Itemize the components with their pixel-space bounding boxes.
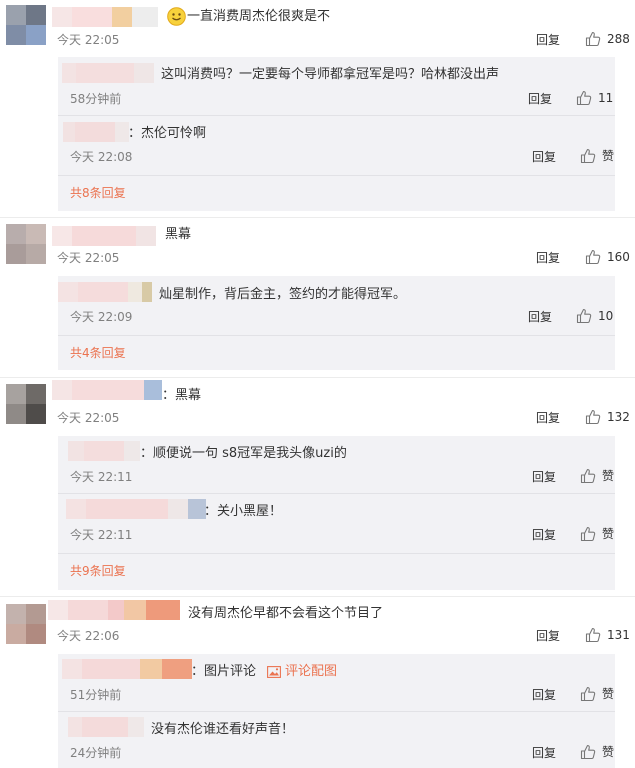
username[interactable] xyxy=(52,226,156,246)
reply-button[interactable]: 回复 xyxy=(536,250,560,266)
reply-time: 今天 22:08 xyxy=(70,150,133,164)
thumbs-up-icon xyxy=(576,308,592,324)
thumbs-up-icon xyxy=(580,686,596,702)
username[interactable] xyxy=(48,600,180,620)
avatar[interactable] xyxy=(6,5,46,45)
reply-time: 今天 22:11 xyxy=(70,528,133,542)
like-count: 赞 xyxy=(602,527,615,541)
like-count: 赞 xyxy=(602,469,615,483)
like-count: 11 xyxy=(598,91,614,105)
like-count: 131 xyxy=(607,628,630,642)
comment-time: 今天 22:05 xyxy=(57,33,120,47)
reply-time: 51分钟前 xyxy=(70,688,122,702)
comment-time: 今天 22:05 xyxy=(57,251,120,265)
like-count: 赞 xyxy=(602,149,615,163)
thumbs-up-icon xyxy=(585,627,601,643)
reply-time: 58分钟前 xyxy=(70,92,122,106)
reply-username[interactable] xyxy=(68,441,140,461)
like-button[interactable]: 赞 xyxy=(580,148,614,164)
comment-text: 黑幕 xyxy=(165,227,192,242)
like-button[interactable]: 赞 xyxy=(580,744,614,760)
username[interactable] xyxy=(52,7,158,27)
comment-text: 没有周杰伦早都不会看这个节目了 xyxy=(188,606,384,621)
reply-text: 灿星制作，背后金主，签约的才能得冠军。 xyxy=(159,287,407,302)
reply-username[interactable] xyxy=(66,499,206,519)
reply-button[interactable]: 回复 xyxy=(532,745,556,761)
like-count: 160 xyxy=(607,250,630,264)
thumbs-up-icon xyxy=(585,409,601,425)
comment-text: ：黑幕 xyxy=(162,388,202,403)
reply-text: 这叫消费吗？一定要每个导师都拿冠军是吗？哈林都没出声 xyxy=(161,67,500,82)
more-replies-link[interactable]: 共9条回复 xyxy=(70,563,126,579)
separator xyxy=(0,596,635,597)
reply-button[interactable]: 回复 xyxy=(532,687,556,703)
picture-icon xyxy=(267,666,281,682)
comment-time: 今天 22:06 xyxy=(57,629,120,643)
divider xyxy=(58,335,615,336)
reply-button[interactable]: 回复 xyxy=(528,91,552,107)
reply-time: 今天 22:11 xyxy=(70,470,133,484)
reply-button[interactable]: 回复 xyxy=(528,309,552,325)
thumbs-up-icon xyxy=(585,31,601,47)
reply-username[interactable] xyxy=(58,282,152,302)
thumbs-up-icon xyxy=(580,526,596,542)
comment-text: 一直消费周杰伦很爽是不 xyxy=(187,9,331,24)
reply-text: ：杰伦可怜啊 xyxy=(128,126,207,141)
like-count: 288 xyxy=(607,32,630,46)
like-count: 132 xyxy=(607,410,630,424)
thumbs-up-icon xyxy=(580,744,596,760)
divider xyxy=(58,553,615,554)
like-button[interactable]: 288 xyxy=(585,31,630,47)
more-replies-link[interactable]: 共8条回复 xyxy=(70,185,126,201)
like-button[interactable]: 10 xyxy=(576,308,613,324)
reply-button[interactable]: 回复 xyxy=(536,32,560,48)
separator xyxy=(0,377,635,378)
like-button[interactable]: 11 xyxy=(576,90,613,106)
reply-button[interactable]: 回复 xyxy=(532,527,556,543)
like-button[interactable]: 赞 xyxy=(580,468,614,484)
reply-username[interactable] xyxy=(62,659,192,679)
reply-text: ：关小黑屋！ xyxy=(204,504,283,519)
reply-username[interactable] xyxy=(62,63,154,83)
divider xyxy=(58,115,615,116)
reply-button[interactable]: 回复 xyxy=(532,469,556,485)
reply-time: 24分钟前 xyxy=(70,746,122,760)
avatar[interactable] xyxy=(6,384,46,424)
reply-button[interactable]: 回复 xyxy=(532,149,556,165)
like-button[interactable]: 赞 xyxy=(580,686,614,702)
like-count: 赞 xyxy=(602,687,615,701)
smile-emoji-icon xyxy=(167,7,186,30)
reply-text: ：顺便说一句 s8冠军是我头像uzi的 xyxy=(140,446,347,461)
reply-username[interactable] xyxy=(63,122,129,142)
reply-text: 没有杰伦谁还看好声音！ xyxy=(151,722,295,737)
like-button[interactable]: 赞 xyxy=(580,526,614,542)
thumbs-up-icon xyxy=(580,148,596,164)
username[interactable] xyxy=(52,380,162,400)
like-count: 10 xyxy=(598,309,614,323)
like-button[interactable]: 132 xyxy=(585,409,630,425)
reply-button[interactable]: 回复 xyxy=(536,628,560,644)
like-count: 赞 xyxy=(602,745,615,759)
divider xyxy=(58,711,615,712)
more-replies-link[interactable]: 共4条回复 xyxy=(70,345,126,361)
thumbs-up-icon xyxy=(580,468,596,484)
thumbs-up-icon xyxy=(576,90,592,106)
like-button[interactable]: 160 xyxy=(585,249,630,265)
divider xyxy=(58,175,615,176)
picture-comment-link[interactable]: 评论配图 xyxy=(285,663,337,681)
avatar[interactable] xyxy=(6,604,46,644)
reply-time: 今天 22:09 xyxy=(70,310,133,324)
avatar[interactable] xyxy=(6,224,46,264)
reply-username[interactable] xyxy=(68,717,144,737)
comment-time: 今天 22:05 xyxy=(57,411,120,425)
separator xyxy=(0,217,635,218)
reply-button[interactable]: 回复 xyxy=(536,410,560,426)
reply-text: ：图片评论 xyxy=(191,664,257,679)
divider xyxy=(58,493,615,494)
thumbs-up-icon xyxy=(585,249,601,265)
like-button[interactable]: 131 xyxy=(585,627,630,643)
